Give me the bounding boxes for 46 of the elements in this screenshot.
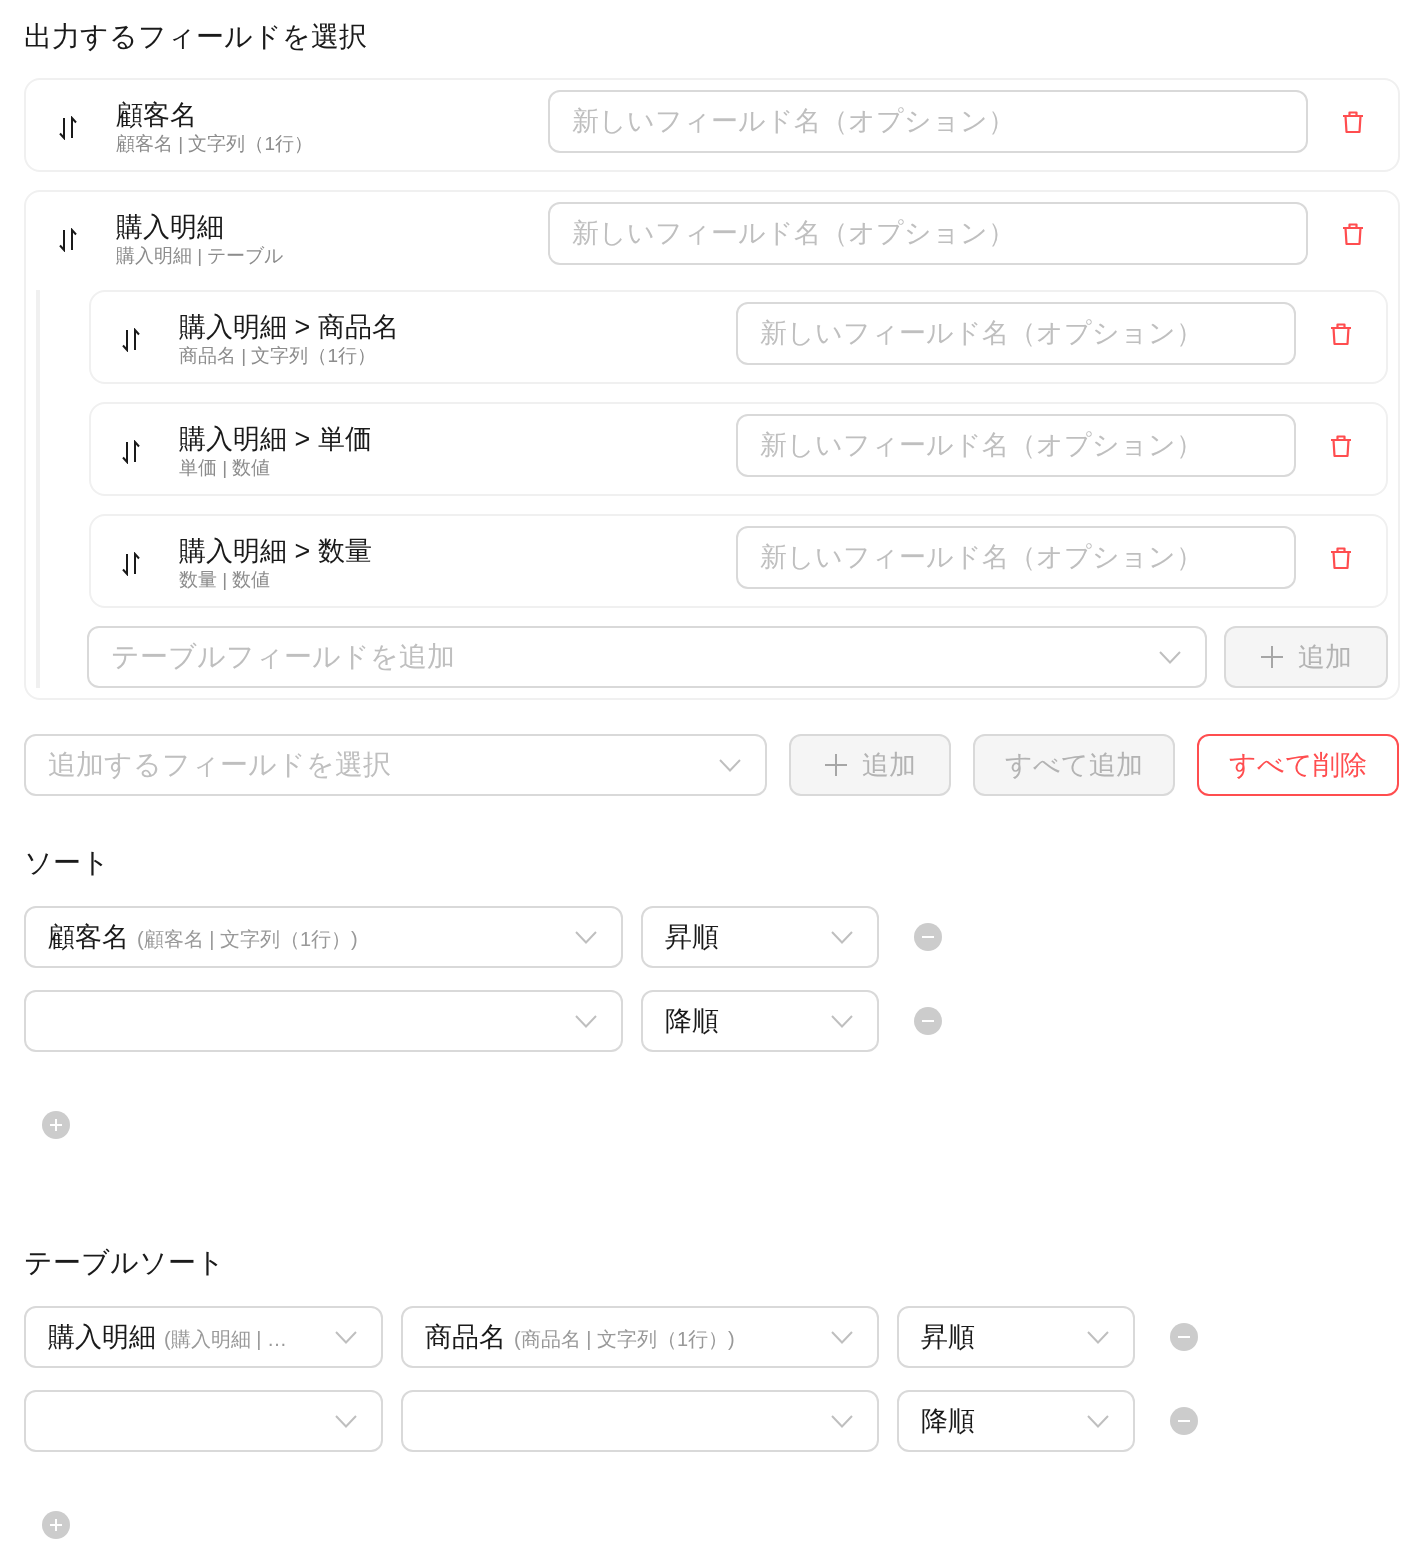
field-name-input[interactable]: 新しいフィールド名（オプション） [548, 202, 1308, 265]
chevron-down-icon [575, 1014, 597, 1028]
field-title: 購入明細 > 単価 [179, 423, 372, 455]
order-select[interactable]: 降順 [641, 990, 879, 1052]
field-title: 購入明細 > 商品名 [179, 311, 399, 343]
field-title: 購入明細 > 数量 [179, 535, 372, 567]
chevron-down-icon [831, 1414, 853, 1428]
chevron-down-icon [1087, 1414, 1109, 1428]
chevron-down-icon [335, 1414, 357, 1428]
field-name-input[interactable]: 新しいフィールド名（オプション） [548, 90, 1308, 153]
trash-icon [1330, 545, 1352, 570]
field-meta: 単価 | 数値 [179, 456, 272, 480]
trash-icon [1330, 433, 1352, 458]
plus-icon [824, 753, 848, 777]
field-name-input[interactable]: 新しいフィールド名（オプション） [736, 526, 1296, 589]
field-meta: 顧客名 | 文字列（1行） [116, 132, 314, 156]
trash-icon [1342, 221, 1364, 246]
field-select[interactable] [401, 1390, 879, 1452]
order-select[interactable]: 降順 [897, 1390, 1135, 1452]
order-select[interactable]: 昇順 [641, 906, 879, 968]
chevron-down-icon [831, 1014, 853, 1028]
field-title: 購入明細 [116, 211, 225, 243]
table-select[interactable]: 購入明細 (購入明細 | … [24, 1306, 383, 1368]
trash-icon [1342, 109, 1364, 134]
section-title: テーブルソート [24, 1246, 225, 1280]
trash-icon [1330, 321, 1352, 346]
plus-icon [1260, 645, 1284, 669]
field-name-input[interactable]: 新しいフィールド名（オプション） [736, 302, 1296, 365]
field-meta: 購入明細 | テーブル [116, 244, 284, 268]
field-meta: 数量 | 数値 [179, 568, 272, 592]
field-select[interactable]: 商品名 (商品名 | 文字列（1行）) [401, 1306, 879, 1368]
field-title: 顧客名 [116, 99, 198, 131]
chevron-down-icon [575, 930, 597, 944]
field-name-input[interactable]: 新しいフィールド名（オプション） [736, 414, 1296, 477]
chevron-down-icon [1087, 1330, 1109, 1344]
chevron-down-icon [335, 1330, 357, 1344]
chevron-down-icon [831, 930, 853, 944]
field-select[interactable] [24, 990, 623, 1052]
order-select[interactable]: 昇順 [897, 1306, 1135, 1368]
field-select[interactable]: 顧客名 (顧客名 | 文字列（1行）) [24, 906, 623, 968]
chevron-down-icon [831, 1330, 853, 1344]
field-meta: 商品名 | 文字列（1行） [179, 344, 378, 368]
chevron-down-icon [1159, 650, 1181, 664]
section-title: ソート [24, 846, 110, 880]
section-title: 出力するフィールドを選択 [24, 20, 367, 54]
chevron-down-icon [719, 758, 741, 772]
